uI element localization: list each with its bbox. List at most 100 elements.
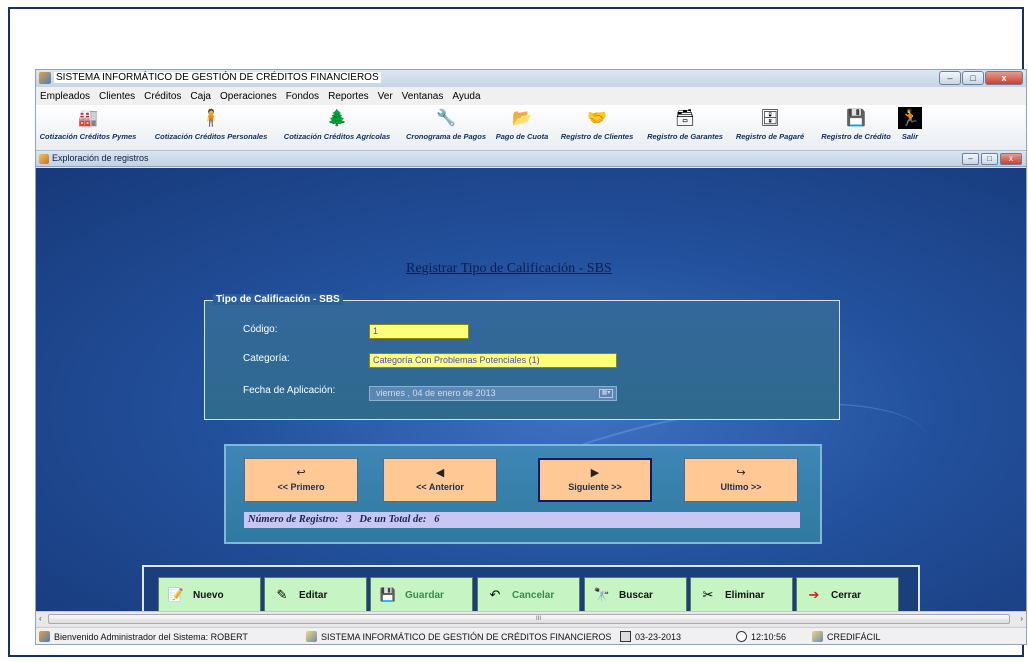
child-minimize-button[interactable]: – xyxy=(962,153,979,165)
record-counter: Número de Registro: 3 De un Total de: 6 xyxy=(244,512,800,528)
status-welcome: Bienvenido Administrador del Sistema: RO… xyxy=(39,631,248,642)
primero-button[interactable]: ↩ << Primero xyxy=(244,458,358,502)
system-text: SISTEMA INFORMÁTICO DE GESTIÓN DE CRÉDIT… xyxy=(321,631,612,642)
cancel-icon: ↶ xyxy=(489,587,501,602)
window-controls: – □ x xyxy=(938,71,1023,85)
status-time: 12:10:56 xyxy=(736,631,786,642)
title-bar: SISTEMA INFORMÁTICO DE GESTIÓN DE CRÉDIT… xyxy=(36,70,1026,87)
last-arrow-icon: ↪ xyxy=(736,466,746,479)
menu-empleados[interactable]: Empleados xyxy=(40,91,90,102)
menu-reportes[interactable]: Reportes xyxy=(328,91,369,102)
group-title: Tipo de Calificación - SBS xyxy=(213,294,343,305)
primero-label: << Primero xyxy=(277,481,325,492)
categoria-label: Categoría: xyxy=(243,353,290,364)
clock-icon xyxy=(736,631,747,642)
menu-ver[interactable]: Ver xyxy=(378,91,393,102)
ultimo-label: Ultimo >> xyxy=(720,481,762,492)
minimize-button[interactable]: – xyxy=(939,71,961,85)
form-workarea: Registrar Tipo de Calificación - SBS Tip… xyxy=(36,168,1026,611)
toolbar-label: Cotización Créditos Pymes xyxy=(39,132,137,141)
menu-ayuda[interactable]: Ayuda xyxy=(452,91,480,102)
fecha-aplicacion-picker[interactable]: viernes , 04 de enero de 2013 ▦▾ xyxy=(369,386,617,401)
child-window-icon xyxy=(39,154,49,164)
user-icon xyxy=(39,631,50,642)
toolbar-registro-clientes[interactable]: 🤝 Registro de Clientes xyxy=(558,107,636,149)
welcome-text: Bienvenido Administrador del Sistema: RO… xyxy=(54,631,248,642)
calendar-icon xyxy=(620,631,631,642)
handshake-icon xyxy=(812,631,823,642)
brand-text: CREDIFÁCIL xyxy=(827,631,881,642)
scroll-grip-icon: III xyxy=(536,616,542,622)
time-text: 12:10:56 xyxy=(751,631,787,642)
status-bar: Bienvenido Administrador del Sistema: RO… xyxy=(36,627,1026,644)
ultimo-button[interactable]: ↪ Ultimo >> xyxy=(684,458,798,502)
delete-icon: ✂ xyxy=(702,587,714,602)
close-button[interactable]: x xyxy=(985,71,1023,85)
toolbar-label: Registro de Pagaré xyxy=(735,132,805,141)
tree-icon: 🌲 xyxy=(327,110,347,127)
toolbar-cronograma-pagos[interactable]: 🔧 Cronograma de Pagos xyxy=(406,107,486,149)
toolbar-registro-credito[interactable]: 💾 Registro de Crédito xyxy=(818,107,894,149)
menu-caja[interactable]: Caja xyxy=(190,91,211,102)
categoria-field[interactable]: Categoría Con Problemas Potenciales (1) xyxy=(369,353,617,368)
fecha-aplicacion-label: Fecha de Aplicación: xyxy=(243,385,336,396)
record-number-label: Número de Registro: xyxy=(248,514,339,525)
exit-icon: 🏃 xyxy=(898,107,922,129)
scroll-left-icon[interactable]: ‹ xyxy=(39,614,42,623)
scroll-right-icon[interactable]: › xyxy=(1020,614,1023,623)
guardar-label: Guardar xyxy=(405,589,444,601)
toolbar-label: Cotización Créditos Agrícolas xyxy=(283,132,391,141)
calendar-dropdown-icon[interactable]: ▦▾ xyxy=(599,389,613,398)
toolbar-registro-pagare[interactable]: 🗄 Registro de Pagaré xyxy=(734,107,806,149)
promissory-icon: 🗄 xyxy=(759,110,781,127)
anterior-label: << Anterior xyxy=(416,481,464,492)
editar-button[interactable]: ✎ Editar xyxy=(264,577,367,611)
cerrar-button[interactable]: ➔ Cerrar xyxy=(796,577,899,611)
record-total-value: 6 xyxy=(434,514,440,525)
window-title: SISTEMA INFORMÁTICO DE GESTIÓN DE CRÉDIT… xyxy=(54,72,381,83)
toolbar-cotizacion-pymes[interactable]: 🏭 Cotización Créditos Pymes xyxy=(38,107,138,149)
menu-fondos[interactable]: Fondos xyxy=(286,91,319,102)
app-icon xyxy=(39,72,51,84)
record-total-label: De un Total de: xyxy=(359,514,427,525)
status-date: 03-23-2013 xyxy=(620,631,681,642)
cancelar-button[interactable]: ↶ Cancelar xyxy=(477,577,580,611)
clients-icon: 🤝 xyxy=(587,110,607,127)
anterior-button[interactable]: ◀ << Anterior xyxy=(383,458,497,502)
siguiente-button[interactable]: ▶ Siguiente >> xyxy=(538,458,652,502)
toolbar-pago-cuota[interactable]: 📂 Pago de Cuota xyxy=(492,107,552,149)
nuevo-button[interactable]: 📝 Nuevo xyxy=(158,577,261,611)
child-close-button[interactable]: x xyxy=(1000,153,1022,165)
codigo-field[interactable]: 1 xyxy=(369,324,469,339)
buscar-label: Buscar xyxy=(619,589,653,601)
buscar-button[interactable]: 🔭 Buscar xyxy=(584,577,687,611)
binoculars-icon: 🔭 xyxy=(593,587,611,602)
toolbar-salir[interactable]: 🏃 Salir xyxy=(898,107,922,149)
child-window-title: Exploración de registros xyxy=(52,153,149,163)
toolbar-cotizacion-personales[interactable]: 🧍 Cotización Créditos Personales xyxy=(152,107,270,149)
new-document-icon: 📝 xyxy=(167,587,185,602)
menu-ventanas[interactable]: Ventanas xyxy=(402,91,444,102)
toolbar: 🏭 Cotización Créditos Pymes 🧍 Cotización… xyxy=(36,105,1026,151)
exit-door-icon: ➔ xyxy=(808,587,820,602)
eliminar-button[interactable]: ✂ Eliminar xyxy=(690,577,793,611)
outer-frame: SISTEMA INFORMÁTICO DE GESTIÓN DE CRÉDIT… xyxy=(8,7,1027,657)
personal-icon: 🧍 xyxy=(201,110,221,127)
maximize-button[interactable]: □ xyxy=(962,71,984,85)
horizontal-scrollbar[interactable]: ‹ III › xyxy=(36,611,1026,626)
child-maximize-button[interactable]: □ xyxy=(981,153,998,165)
record-number-value: 3 xyxy=(346,514,352,525)
status-system: SISTEMA INFORMÁTICO DE GESTIÓN DE CRÉDIT… xyxy=(306,631,611,642)
guardar-button[interactable]: 💾 Guardar xyxy=(370,577,473,611)
credit-icon: 💾 xyxy=(846,110,866,127)
toolbar-label: Cotización Créditos Personales xyxy=(154,132,268,141)
toolbar-cotizacion-agricolas[interactable]: 🌲 Cotización Créditos Agrícolas xyxy=(278,107,396,149)
menu-clientes[interactable]: Clientes xyxy=(99,91,135,102)
scroll-thumb[interactable]: III xyxy=(48,614,1010,624)
calificacion-group: Tipo de Calificación - SBS Código: 1 Cat… xyxy=(204,294,840,420)
system-icon xyxy=(306,631,317,642)
menu-bar: Empleados Clientes Créditos Caja Operaci… xyxy=(36,87,1026,105)
menu-creditos[interactable]: Créditos xyxy=(144,91,181,102)
menu-operaciones[interactable]: Operaciones xyxy=(220,91,277,102)
toolbar-registro-garantes[interactable]: 🗃 Registro de Garantes xyxy=(644,107,726,149)
